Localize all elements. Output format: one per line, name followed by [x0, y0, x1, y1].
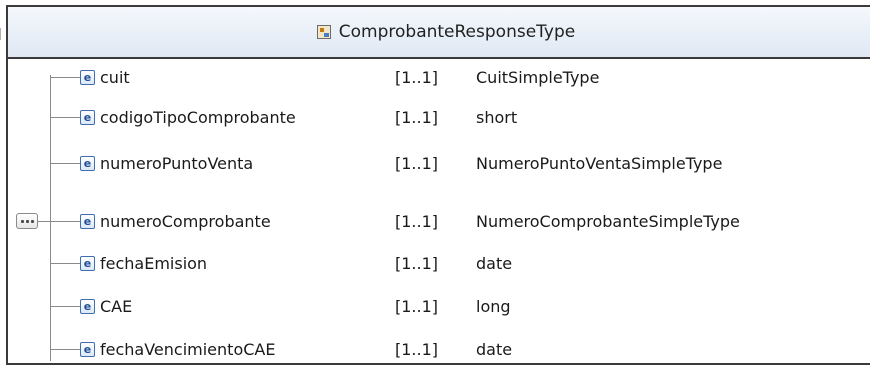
- element-cardinality: [1..1]: [395, 211, 439, 231]
- element-cardinality: [1..1]: [395, 339, 439, 359]
- element-icon: e: [80, 155, 95, 171]
- element-row[interactable]: e CAE [1..1] long: [50, 288, 511, 324]
- element-cardinality: [1..1]: [395, 153, 439, 173]
- complex-type-name: ComprobanteResponseType: [338, 22, 576, 42]
- element-icon: e: [80, 255, 95, 271]
- element-row[interactable]: e numeroPuntoVenta [1..1] NumeroPuntoVen…: [50, 145, 722, 181]
- branch-line: [50, 305, 80, 307]
- element-cardinality: [1..1]: [395, 107, 439, 127]
- element-name: fechaEmision: [100, 253, 208, 273]
- element-type: date: [476, 339, 513, 359]
- element-list: e cuit [1..1] CuitSimpleType e codigoTip…: [8, 59, 870, 365]
- element-type: NumeroPuntoVentaSimpleType: [476, 153, 723, 173]
- element-row[interactable]: e cuit [1..1] CuitSimpleType: [50, 59, 599, 95]
- element-cardinality: [1..1]: [395, 253, 439, 273]
- element-cardinality: [1..1]: [395, 67, 439, 87]
- branch-line: [50, 220, 80, 222]
- sequence-connector: [38, 221, 50, 222]
- complex-type-icon: [316, 25, 331, 39]
- element-name: codigoTipoComprobante: [100, 107, 296, 127]
- complex-type-header[interactable]: ComprobanteResponseType: [8, 7, 870, 59]
- element-row[interactable]: e fechaEmision [1..1] date: [50, 245, 512, 281]
- element-row[interactable]: e codigoTipoComprobante [1..1] short: [50, 99, 517, 135]
- branch-line: [50, 262, 80, 264]
- element-type: NumeroComprobanteSimpleType: [476, 211, 740, 231]
- element-icon: e: [80, 298, 95, 314]
- element-icon: e: [80, 213, 95, 229]
- element-icon: e: [80, 109, 95, 125]
- branch-line: [50, 76, 80, 78]
- element-row[interactable]: e fechaVencimientoCAE [1..1] date: [50, 331, 512, 367]
- element-name: numeroPuntoVenta: [100, 153, 254, 173]
- element-type: short: [476, 107, 518, 127]
- element-row[interactable]: e numeroComprobante [1..1] NumeroComprob…: [50, 203, 740, 239]
- element-type: long: [476, 296, 511, 316]
- element-icon: e: [80, 69, 95, 85]
- sequence-icon[interactable]: [16, 213, 38, 229]
- branch-line: [50, 162, 80, 164]
- element-name: fechaVencimientoCAE: [100, 339, 276, 359]
- element-name: CAE: [100, 296, 133, 316]
- element-type: CuitSimpleType: [476, 67, 600, 87]
- element-name: cuit: [100, 67, 130, 87]
- element-cardinality: [1..1]: [395, 296, 439, 316]
- element-name: numeroComprobante: [100, 211, 271, 231]
- complex-type-box[interactable]: ComprobanteResponseType e cuit [1..1] Cu…: [6, 5, 870, 365]
- branch-line: [50, 348, 80, 350]
- element-icon: e: [80, 341, 95, 357]
- branch-line: [50, 116, 80, 118]
- element-type: date: [476, 253, 513, 273]
